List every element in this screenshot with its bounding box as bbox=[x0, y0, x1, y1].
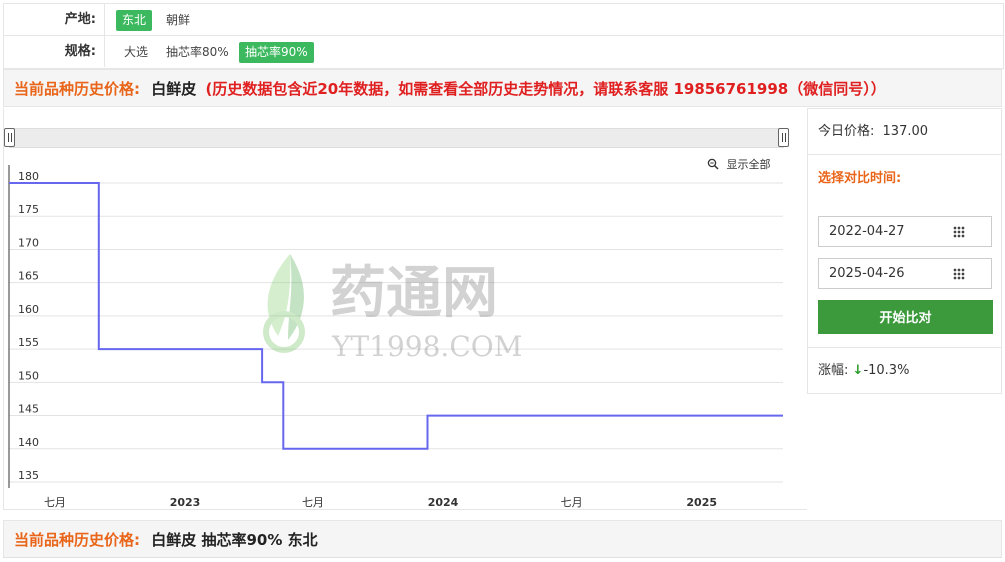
start-compare-button[interactable]: 开始比对 bbox=[818, 300, 993, 334]
x-tick-label: 七月 bbox=[44, 496, 66, 509]
x-tick-label: 七月 bbox=[561, 496, 583, 509]
x-tick-label: 2023 bbox=[170, 496, 201, 509]
change-value: -10.3% bbox=[863, 363, 910, 378]
watermark-leaf-icon: 药通网 YT1998.COM bbox=[263, 254, 522, 363]
watermark: 药通网 YT1998.COM bbox=[258, 252, 558, 366]
today-price-row: 今日价格: 137.00 bbox=[808, 109, 1001, 155]
y-tick-label: 150 bbox=[18, 369, 39, 382]
watermark-en-text: YT1998.COM bbox=[331, 330, 522, 362]
x-tick-label: 2024 bbox=[428, 496, 459, 509]
end-date-input[interactable]: 2025-04-26 bbox=[818, 258, 992, 289]
y-tick-label: 160 bbox=[18, 303, 39, 316]
down-arrow-icon: ↓ bbox=[852, 363, 864, 378]
y-tick-label: 135 bbox=[18, 469, 39, 482]
change-label: 涨幅: bbox=[818, 363, 849, 378]
watermark-cn-text: 药通网 bbox=[330, 261, 498, 326]
bottom-history-label: 当前品种历史价格: bbox=[14, 531, 140, 549]
y-tick-label: 165 bbox=[18, 270, 39, 283]
end-date-value: 2025-04-26 bbox=[829, 266, 905, 281]
x-tick-label: 七月 bbox=[302, 496, 324, 509]
y-tick-label: 175 bbox=[18, 203, 39, 216]
calendar-icon[interactable] bbox=[953, 226, 965, 238]
y-tick-label: 140 bbox=[18, 436, 39, 449]
compare-time-title: 选择对比时间: bbox=[818, 171, 902, 186]
x-tick-label: 2025 bbox=[686, 496, 717, 509]
y-tick-label: 180 bbox=[18, 170, 39, 183]
start-date-input[interactable]: 2022-04-27 bbox=[818, 216, 992, 247]
today-price-label: 今日价格: bbox=[818, 124, 875, 139]
bottom-history-product: 白鲜皮 抽芯率90% 东北 bbox=[151, 531, 318, 549]
y-axis-ticks: 135 140 145 150 155 160 165 170 175 180 bbox=[18, 170, 39, 482]
price-change-row: 涨幅: ↓-10.3% bbox=[808, 347, 1001, 394]
x-axis-ticks: 七月 2023 七月 2024 七月 2025 bbox=[44, 496, 717, 509]
today-price-value: 137.00 bbox=[882, 124, 929, 139]
compare-panel: 今日价格: 137.00 选择对比时间: 2022-04-27 2025-04-… bbox=[807, 108, 1002, 394]
table-header-edge bbox=[3, 557, 1002, 562]
y-tick-label: 155 bbox=[18, 336, 39, 349]
start-date-value: 2022-04-27 bbox=[829, 224, 905, 239]
calendar-icon[interactable] bbox=[953, 268, 965, 280]
y-tick-label: 170 bbox=[18, 236, 39, 249]
y-tick-label: 145 bbox=[18, 403, 39, 416]
bottom-history-title: 当前品种历史价格: 白鲜皮 抽芯率90% 东北 bbox=[3, 520, 1002, 558]
